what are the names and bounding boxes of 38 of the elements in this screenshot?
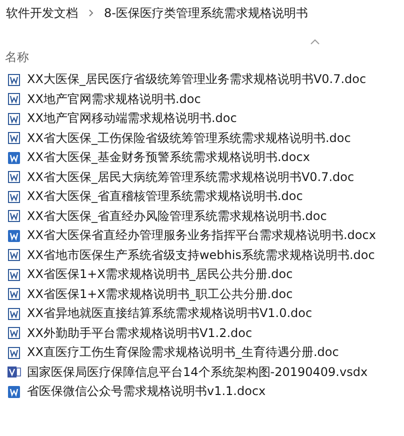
breadcrumb-item[interactable]: 软件开发文档 — [6, 4, 78, 22]
file-name[interactable]: XX省医保1+X需求规格说明书_居民公共分册.doc — [27, 266, 293, 284]
word-document-icon — [7, 112, 21, 126]
word-document-icon — [7, 72, 21, 87]
word-document-icon — [7, 346, 21, 360]
file-name[interactable]: XX地产官网需求规格说明书.doc — [27, 90, 201, 108]
file-name[interactable]: XX省地市医保生产系统省级支持webhis系统需求规格说明书.doc — [27, 246, 375, 264]
word-document-icon — [7, 228, 21, 243]
column-header[interactable]: 名称 — [5, 49, 29, 66]
word-document-icon — [7, 248, 21, 262]
word-document-icon — [7, 170, 21, 184]
file-name[interactable]: 省医保微信公众号需求规格说明书v1.1.docx — [27, 383, 266, 400]
file-name[interactable]: XX外勤助手平台需求规格说明书V1.2.doc — [27, 324, 252, 342]
word-document-icon — [7, 306, 21, 321]
word-document-icon — [7, 150, 21, 165]
word-document-icon — [7, 384, 21, 399]
file-name[interactable]: XX省大医保_省直经办风险管理系统需求规格说明书.doc — [27, 208, 327, 225]
file-name[interactable]: XX省异地就医直接结算系统需求规格说明书V1.0.doc — [27, 305, 312, 322]
visio-document-icon — [7, 365, 21, 380]
file-name[interactable]: XX省大医保_基金财务预警系统需求规格说明书.docx — [27, 149, 310, 166]
word-document-icon — [7, 190, 21, 204]
word-document-icon — [7, 268, 21, 282]
file-name[interactable]: XX省大医保_工伤保险省级统筹管理系统需求规格说明书.doc — [27, 130, 351, 147]
word-document-icon — [7, 326, 21, 340]
file-name[interactable]: XX大医保_居民医疗省级统筹管理业务需求规格说明书V0.7.doc — [27, 71, 366, 88]
file-name[interactable]: XX省大医保_居民大病统筹管理系统需求规格说明书V0.7.doc — [27, 168, 354, 186]
file-name[interactable]: XX地产官网移动端需求规格说明书.doc — [27, 110, 237, 128]
word-document-icon — [7, 209, 21, 224]
word-document-icon — [7, 287, 21, 302]
file-name[interactable]: 国家医保局医疗保障信息平台14个系统架构图-20190409.vsdx — [27, 364, 368, 381]
breadcrumb-item[interactable]: 8-医保医疗类管理系统需求规格说明书 — [104, 4, 308, 22]
file-name[interactable]: XX省大医保省直经办管理服务业务指挥平台需求规格说明书.docx — [27, 227, 376, 244]
file-name[interactable]: XX直医疗工伤生育保险需求规格说明书_生育待遇分册.doc — [27, 344, 339, 362]
word-document-icon — [7, 131, 21, 146]
file-name[interactable]: XX省医保1+X需求规格说明书_职工公共分册.doc — [27, 286, 293, 303]
file-name[interactable]: XX省大医保_省直稽核管理系统需求规格说明书.doc — [27, 188, 303, 206]
chevron-icon — [88, 9, 94, 17]
word-document-icon — [7, 92, 21, 106]
